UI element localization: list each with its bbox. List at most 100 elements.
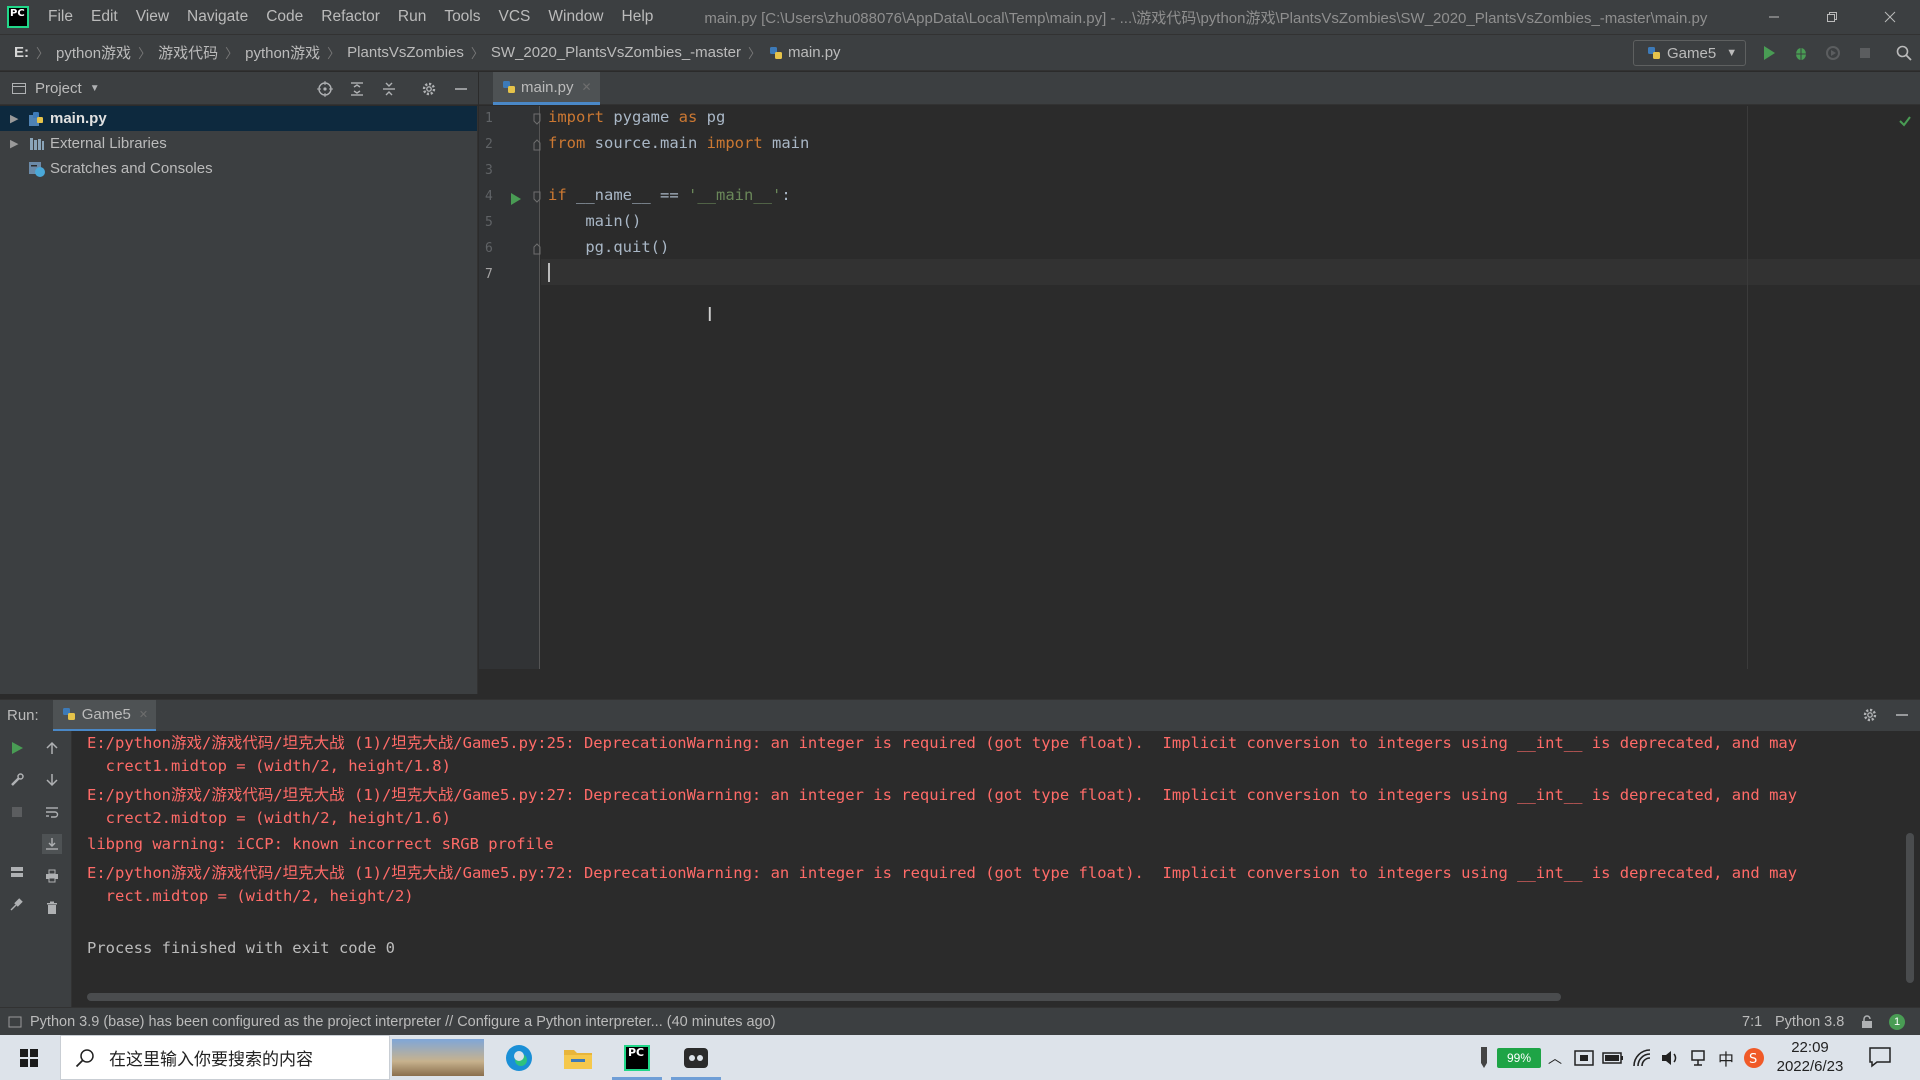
minimize-button[interactable] xyxy=(1745,0,1803,34)
lock-icon[interactable] xyxy=(1860,1015,1874,1029)
fold-icon[interactable] xyxy=(533,113,541,125)
project-panel-title[interactable]: Project xyxy=(35,80,82,97)
vertical-scrollbar[interactable] xyxy=(1906,833,1914,983)
soft-wrap-button[interactable] xyxy=(42,802,62,822)
run-gutter-icon[interactable] xyxy=(510,193,522,205)
event-log-badge[interactable]: 1 xyxy=(1889,1014,1905,1030)
search-everywhere-button[interactable] xyxy=(1895,44,1913,62)
status-bar: Python 3.9 (base) has been configured as… xyxy=(0,1007,1920,1035)
run-button[interactable] xyxy=(1760,44,1778,62)
network-icon[interactable] xyxy=(1690,1048,1710,1068)
menu-vcs[interactable]: VCS xyxy=(490,0,540,34)
breadcrumb-folder[interactable]: python游戏 xyxy=(245,42,320,63)
taskbar-search-box[interactable]: 在这里输入你要搜索的内容 xyxy=(60,1035,390,1080)
menu-code[interactable]: Code xyxy=(257,0,312,34)
tool-windows-toggle-icon[interactable] xyxy=(8,1015,22,1029)
previous-occurrence-button[interactable] xyxy=(42,738,62,758)
chevron-right-icon[interactable]: ▶ xyxy=(10,112,20,125)
close-window-button[interactable] xyxy=(1861,0,1919,34)
tree-item-external-libraries[interactable]: ▶ External Libraries xyxy=(0,131,477,156)
battery-tray-icon[interactable] xyxy=(1602,1048,1624,1068)
breadcrumb-folder[interactable]: 游戏代码 xyxy=(158,42,218,63)
taskbar-game-window[interactable] xyxy=(667,1035,725,1080)
security-tray-icon[interactable] xyxy=(1574,1048,1594,1068)
chevron-down-icon[interactable]: ▼ xyxy=(90,83,100,94)
menu-view[interactable]: View xyxy=(127,0,178,34)
menu-run[interactable]: Run xyxy=(389,0,435,34)
breadcrumb-folder[interactable]: PlantsVsZombies xyxy=(347,44,464,61)
inspection-ok-check-icon[interactable] xyxy=(1898,114,1912,128)
run-with-coverage-button[interactable] xyxy=(1824,44,1842,62)
pen-icon[interactable] xyxy=(1477,1045,1491,1069)
fold-icon[interactable] xyxy=(533,191,541,203)
console-output-line: crect2.midtop = (width/2, height/1.6) xyxy=(87,809,451,827)
debug-button[interactable] xyxy=(1792,44,1810,62)
printer-icon xyxy=(46,869,58,883)
menu-refactor[interactable]: Refactor xyxy=(312,0,389,34)
start-button[interactable] xyxy=(0,1035,58,1080)
rerun-button[interactable] xyxy=(7,738,27,758)
breadcrumb-folder[interactable]: SW_2020_PlantsVsZombies_-master xyxy=(491,44,741,61)
show-hidden-icons-button[interactable]: ︿ xyxy=(1548,1035,1562,1080)
select-opened-file-button[interactable] xyxy=(316,80,334,98)
project-settings-button[interactable] xyxy=(420,80,438,98)
windows-taskbar: 在这里输入你要搜索的内容 PC 99% ︿ 中 S 22:09 2022/6/2… xyxy=(0,1035,1920,1080)
search-highlight-image[interactable] xyxy=(392,1039,484,1076)
run-settings-button[interactable] xyxy=(1862,707,1878,727)
caret-position[interactable]: 7:1 xyxy=(1742,1014,1762,1030)
scroll-to-end-button[interactable] xyxy=(42,834,62,854)
menu-edit[interactable]: Edit xyxy=(82,0,127,34)
close-tab-icon[interactable]: ✕ xyxy=(139,708,148,721)
taskbar-edge[interactable] xyxy=(490,1035,548,1080)
pycharm-logo-icon[interactable]: PC xyxy=(7,6,29,28)
modify-run-configuration-button[interactable] xyxy=(7,770,27,790)
menu-file[interactable]: File xyxy=(39,0,82,34)
project-panel-header: Project ▼ xyxy=(0,72,478,105)
menu-window[interactable]: Window xyxy=(539,0,612,34)
pin-tab-button[interactable] xyxy=(7,894,27,914)
horizontal-scrollbar[interactable] xyxy=(87,993,1561,1001)
editor-tab-label: main.py xyxy=(521,78,574,96)
tree-item-scratches[interactable]: Scratches and Consoles xyxy=(0,156,477,181)
run-configuration-dropdown[interactable]: Game5 ▼ xyxy=(1633,40,1746,66)
hide-panel-button[interactable] xyxy=(452,80,470,98)
wifi-icon[interactable] xyxy=(1632,1048,1652,1068)
breadcrumb-file[interactable]: main.py xyxy=(768,44,841,61)
hide-run-panel-button[interactable] xyxy=(1894,707,1910,727)
fold-icon[interactable] xyxy=(533,139,541,151)
clock[interactable]: 22:09 2022/6/23 xyxy=(1770,1038,1850,1076)
stop-button[interactable] xyxy=(7,802,27,822)
taskbar-pycharm[interactable]: PC xyxy=(608,1035,666,1080)
menu-help[interactable]: Help xyxy=(613,0,663,34)
restore-layout-button[interactable] xyxy=(7,862,27,882)
notification-center-icon[interactable] xyxy=(1868,1046,1892,1068)
next-occurrence-button[interactable] xyxy=(42,770,62,790)
fold-icon[interactable] xyxy=(533,243,541,255)
right-margin-guide xyxy=(1747,106,1748,669)
menu-navigate[interactable]: Navigate xyxy=(178,0,257,34)
taskbar-file-explorer[interactable] xyxy=(549,1035,607,1080)
process-exit-message: Process finished with exit code 0 xyxy=(87,939,395,957)
clear-all-button[interactable] xyxy=(42,898,62,918)
sogou-ime-icon[interactable]: S xyxy=(1743,1047,1765,1069)
battery-indicator[interactable]: 99% xyxy=(1497,1035,1541,1080)
breadcrumb-drive[interactable]: E: xyxy=(14,44,29,61)
print-button[interactable] xyxy=(42,866,62,886)
expand-all-button[interactable] xyxy=(348,80,366,98)
pin-icon xyxy=(10,898,23,911)
status-message[interactable]: Python 3.9 (base) has been configured as… xyxy=(30,1014,776,1030)
breadcrumb-folder[interactable]: python游戏 xyxy=(56,42,131,63)
python-interpreter-selector[interactable]: Python 3.8 xyxy=(1775,1014,1844,1030)
input-method-indicator[interactable]: 中 xyxy=(1718,1035,1734,1080)
tree-item-main-py[interactable]: ▶ main.py xyxy=(0,106,477,131)
volume-icon[interactable] xyxy=(1660,1048,1680,1068)
editor-tab-main-py[interactable]: main.py ✕ xyxy=(493,72,600,105)
close-tab-icon[interactable]: ✕ xyxy=(582,80,592,94)
restore-button[interactable] xyxy=(1803,0,1861,34)
collapse-all-button[interactable] xyxy=(380,80,398,98)
run-tab-game5[interactable]: Game5 ✕ xyxy=(52,699,157,732)
stop-button[interactable] xyxy=(1856,44,1874,62)
code-editor[interactable]: 1 2 3 4 5 6 7 import pygame as pg from s… xyxy=(479,106,1920,669)
chevron-right-icon[interactable]: ▶ xyxy=(10,137,20,150)
menu-tools[interactable]: Tools xyxy=(435,0,489,34)
